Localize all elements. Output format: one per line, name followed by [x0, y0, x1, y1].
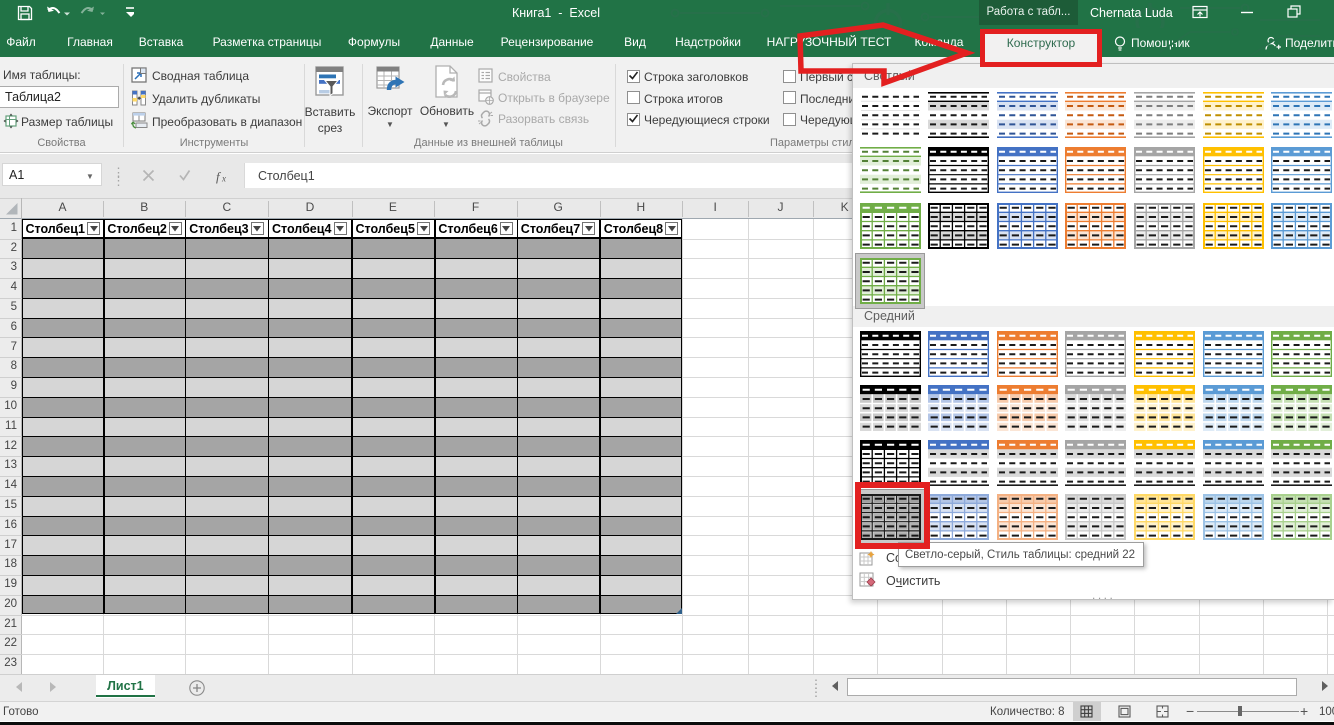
svg-text:x: x [221, 174, 226, 184]
